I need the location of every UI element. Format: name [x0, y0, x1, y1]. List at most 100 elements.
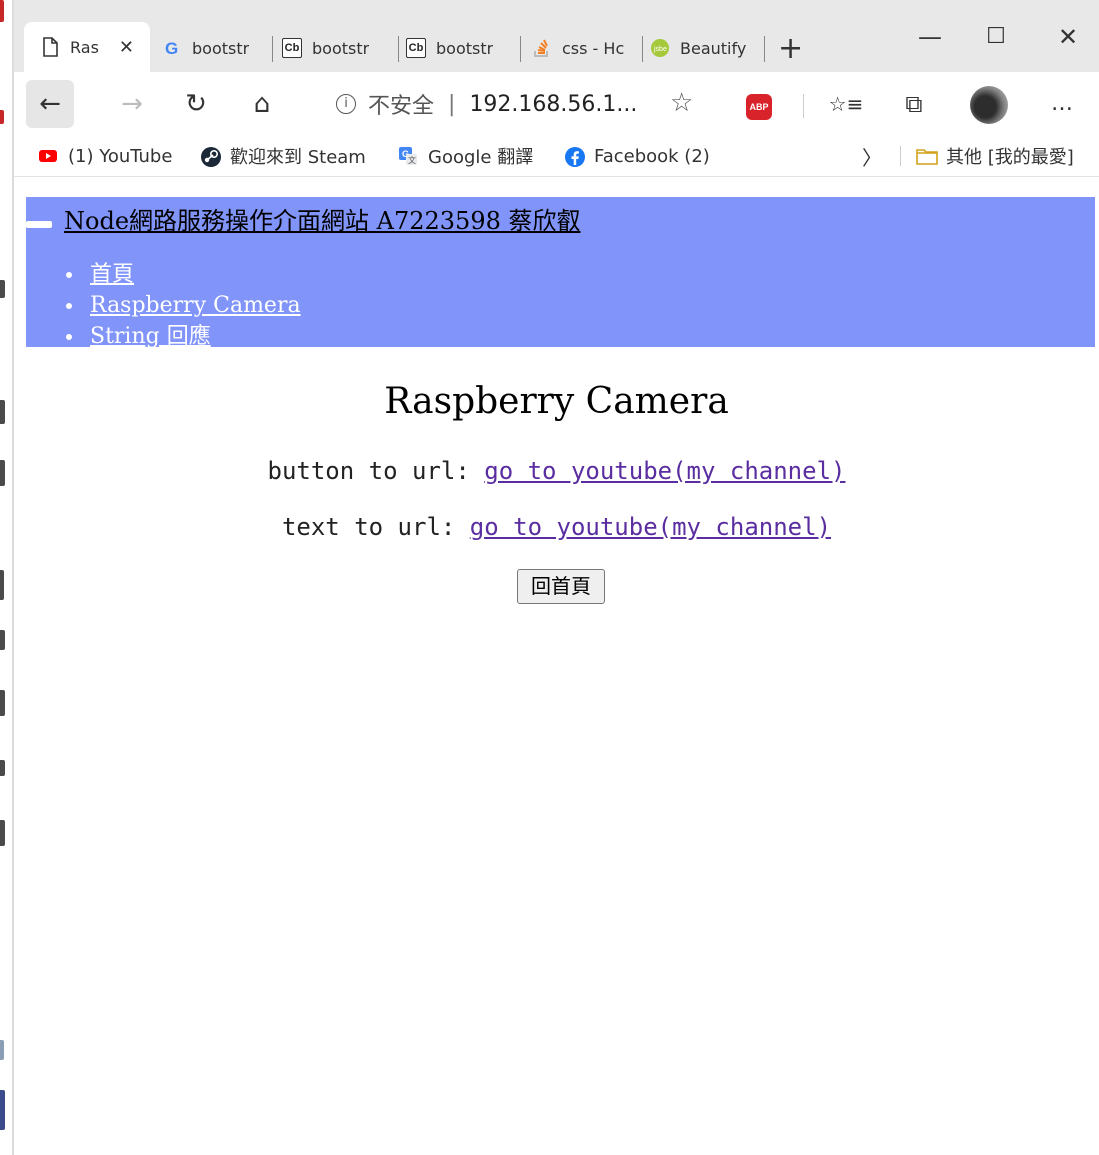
- tab-label: css - Hc: [562, 38, 625, 58]
- collections-button[interactable]: ⧉: [890, 80, 938, 128]
- folder-icon: [916, 146, 938, 166]
- google-translate-icon: G文: [398, 146, 418, 166]
- chevron-right-icon: 〉: [862, 145, 882, 170]
- page-icon: [40, 37, 60, 57]
- minimize-button[interactable]: —: [900, 22, 960, 52]
- add-favorite-button[interactable]: ☆: [670, 88, 693, 118]
- button-to-url-label: button to url:: [267, 457, 485, 485]
- web-page: Node網路服務操作介面網站 A7223598 蔡欣叡 首頁 Raspberry…: [14, 177, 1099, 1155]
- bullet-icon: [66, 272, 72, 278]
- bookmark-facebook[interactable]: Facebook (2): [564, 144, 710, 168]
- tab-label: Ras: [70, 37, 99, 57]
- tab-label: bootstr: [192, 38, 250, 58]
- tab-bootstrap-cb-2[interactable]: Cb bootstr: [406, 30, 520, 66]
- menu-toggle-icon[interactable]: [26, 221, 52, 228]
- home-button[interactable]: ⌂: [238, 80, 286, 128]
- svg-text:G: G: [165, 39, 178, 58]
- svg-text:文: 文: [408, 155, 416, 165]
- nav-link-raspberry-camera[interactable]: Raspberry Camera: [90, 293, 301, 318]
- bookmark-label: 其他 [我的最愛]: [946, 147, 1074, 168]
- site-header: Node網路服務操作介面網站 A7223598 蔡欣叡 首頁 Raspberry…: [26, 197, 1095, 349]
- nav-link-home[interactable]: 首頁: [90, 262, 134, 287]
- page-title: Raspberry Camera: [384, 381, 729, 422]
- address-separator: |: [448, 91, 456, 117]
- address-bar[interactable]: i 不安全 | 192.168.56.1...: [314, 80, 714, 128]
- security-status[interactable]: 不安全: [368, 88, 434, 120]
- text-to-url-line: text to url: go to youtube(my channel): [14, 513, 1099, 541]
- tab-divider: [642, 36, 643, 62]
- favorites-button[interactable]: ☆≡: [822, 80, 870, 128]
- tab-bootstrap-google[interactable]: G bootstr: [162, 30, 268, 66]
- site-title-link[interactable]: Node網路服務操作介面網站 A7223598 蔡欣叡: [64, 201, 581, 236]
- codebeautify-icon: Cb: [406, 38, 426, 58]
- browser-window: Ras ✕ G bootstr Cb bootstr Cb bootstr cs…: [14, 0, 1099, 1155]
- forward-arrow-icon: →: [121, 89, 143, 119]
- google-icon: G: [162, 38, 182, 58]
- tab-divider: [398, 36, 399, 62]
- tab-divider: [272, 36, 273, 62]
- tab-strip: Ras ✕ G bootstr Cb bootstr Cb bootstr cs…: [14, 0, 1099, 72]
- button-to-url-line: button to url: go to youtube(my channel): [14, 457, 1099, 485]
- bookmark-label: 歡迎來到 Steam: [230, 147, 366, 168]
- youtube-text-link[interactable]: go to youtube(my channel): [470, 513, 831, 541]
- profile-avatar[interactable]: [970, 86, 1008, 124]
- nav-item-string-response: String 回應: [64, 321, 301, 352]
- tab-label: Beautify: [680, 38, 747, 58]
- tab-label: bootstr: [312, 38, 370, 58]
- back-arrow-icon: ←: [39, 89, 61, 119]
- facebook-icon: [564, 146, 585, 167]
- plus-icon: +: [778, 30, 804, 66]
- nav-item-raspberry-camera: Raspberry Camera: [64, 290, 301, 321]
- back-button[interactable]: ←: [26, 80, 74, 128]
- tab-divider: [764, 36, 765, 62]
- stackoverflow-icon: [532, 38, 552, 58]
- new-tab-button[interactable]: +: [778, 30, 808, 66]
- home-icon: ⌂: [253, 89, 271, 119]
- nav-link-string-response[interactable]: String 回應: [90, 324, 211, 349]
- tab-raspberry-camera[interactable]: Ras ✕: [24, 22, 150, 72]
- bookmark-label: Google 翻譯: [428, 147, 534, 168]
- tab-label: bootstr: [436, 38, 494, 58]
- bookmark-google-translate[interactable]: G文 Google 翻譯: [398, 144, 533, 168]
- favorites-divider: [900, 146, 901, 166]
- back-to-home-button[interactable]: 回首頁: [517, 569, 605, 604]
- youtube-button-link[interactable]: go to youtube(my channel): [484, 457, 845, 485]
- bookmark-steam[interactable]: 歡迎來到 Steam: [200, 144, 366, 168]
- info-icon[interactable]: i: [336, 94, 356, 114]
- tab-divider: [520, 36, 521, 62]
- more-favorites-button[interactable]: 〉: [862, 144, 882, 170]
- steam-icon: [200, 146, 221, 167]
- star-icon: ☆: [670, 88, 694, 118]
- forward-button[interactable]: →: [108, 80, 156, 128]
- nav-item-home: 首頁: [64, 259, 301, 290]
- tab-bootstrap-cb-1[interactable]: Cb bootstr: [282, 30, 396, 66]
- url-text[interactable]: 192.168.56.1...: [469, 92, 637, 117]
- tab-beautify[interactable]: jsbe Beautify: [650, 30, 764, 66]
- navigation-toolbar: ← → ↻ ⌂ i 不安全 | 192.168.56.1... ☆ ABP ☆≡…: [14, 72, 1099, 136]
- site-nav: 首頁 Raspberry Camera String 回應: [64, 259, 301, 352]
- refresh-button[interactable]: ↻: [172, 80, 220, 128]
- bullet-icon: [66, 303, 72, 309]
- other-favorites-folder[interactable]: 其他 [我的最愛]: [916, 144, 1074, 168]
- codebeautify-icon: Cb: [282, 38, 302, 58]
- more-icon: …: [1051, 91, 1073, 116]
- settings-more-button[interactable]: …: [1038, 80, 1086, 128]
- tab-css-stackoverflow[interactable]: css - Hc: [532, 30, 644, 66]
- favorites-bar: (1) YouTube 歡迎來到 Steam G文 Google 翻譯 Face…: [14, 136, 1099, 176]
- bookmark-label: (1) YouTube: [68, 145, 173, 167]
- favorites-list-icon: ☆≡: [828, 92, 864, 116]
- text-to-url-label: text to url:: [281, 513, 470, 541]
- close-icon[interactable]: ✕: [119, 37, 134, 58]
- maximize-button[interactable]: ☐: [966, 22, 1026, 52]
- adblock-plus-icon[interactable]: ABP: [746, 94, 772, 120]
- svg-text:jsbe: jsbe: [653, 46, 667, 53]
- bookmark-youtube[interactable]: (1) YouTube: [38, 144, 172, 168]
- bullet-icon: [66, 334, 72, 340]
- collections-icon: ⧉: [905, 90, 923, 118]
- bookmark-label: Facebook (2): [594, 145, 710, 167]
- close-window-button[interactable]: ✕: [1038, 22, 1098, 52]
- toolbar-divider: [803, 94, 804, 118]
- refresh-icon: ↻: [185, 89, 207, 119]
- jsbeautify-icon: jsbe: [650, 38, 670, 58]
- youtube-icon: [38, 146, 58, 166]
